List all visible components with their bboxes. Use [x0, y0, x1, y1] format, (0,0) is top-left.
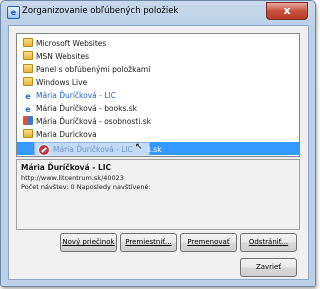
- tree-item-osobnosti-link[interactable]: Mária Ďuríčková - osobnosti.sk: [23, 116, 151, 127]
- folder-icon: [23, 38, 33, 47]
- details-url: http://www.litcentrum.sk/40023: [21, 174, 124, 182]
- dragged-favorite[interactable]: Mária Ďuríčková - LIC: [34, 142, 150, 156]
- rename-button[interactable]: Premenovať: [180, 233, 237, 252]
- folder-icon: [23, 64, 33, 73]
- details-stats: Počet návštev: 0 Naposledy navštívené:: [21, 183, 151, 191]
- tree-item-label: Microsoft Websites: [36, 39, 107, 48]
- tree-item-label: Mária Ďuríčková - LIC: [36, 91, 116, 100]
- new-folder-button[interactable]: Nový priečinok: [60, 233, 117, 252]
- ie-page-icon: e: [25, 92, 31, 101]
- details-name: Mária Ďuríčková - LIC: [21, 163, 112, 172]
- tree-item-microsoft-websites[interactable]: Microsoft Websites: [23, 38, 106, 49]
- tree-item-label: Panel s obľúbenými položkami: [36, 65, 151, 74]
- delete-button[interactable]: Odstrániť...: [240, 233, 297, 252]
- tree-item-favorites-bar[interactable]: Panel s obľúbenými položkami: [23, 64, 150, 75]
- title-bar: e Zorganizovanie obľúbených položiek x: [1, 1, 315, 23]
- dialog-body: Microsoft Websites MSN Websites Panel s …: [8, 25, 309, 280]
- tree-item-label: Maria Durickova: [36, 130, 97, 139]
- tree-item-label: Mária Ďuríčková - osobnosti.sk: [36, 117, 151, 126]
- mouse-cursor-icon: ↖: [135, 142, 143, 152]
- dragged-favorite-label: Mária Ďuríčková - LIC: [53, 145, 133, 154]
- ie-page-icon: e: [25, 105, 31, 114]
- tree-item-books-link[interactable]: e Mária Ďuríčková - books.sk: [23, 103, 137, 114]
- tree-item-maria-durickova-folder[interactable]: Maria Durickova: [23, 129, 97, 140]
- folder-icon: [23, 129, 33, 138]
- folder-icon: [23, 77, 33, 86]
- selected-row-label-tail: s.sk: [147, 145, 162, 154]
- no-drop-icon: [38, 144, 50, 156]
- tree-item-label: MSN Websites: [36, 52, 90, 61]
- tree-item-label: Mária Ďuríčková - books.sk: [36, 104, 138, 113]
- folder-icon: [23, 51, 33, 60]
- tree-item-label: Windows Live: [36, 78, 88, 87]
- favorites-tree[interactable]: Microsoft Websites MSN Websites Panel s …: [16, 33, 300, 157]
- tree-item-msn-websites[interactable]: MSN Websites: [23, 51, 89, 62]
- site-flag-icon: [23, 116, 33, 125]
- move-button[interactable]: Premiestniť...: [120, 233, 177, 252]
- close-button[interactable]: Zavrieť: [240, 258, 297, 277]
- details-panel: Mária Ďuríčková - LIC http://www.litcent…: [16, 159, 300, 230]
- tree-item-lic-link[interactable]: e Mária Ďuríčková - LIC: [23, 90, 116, 101]
- tree-item-windows-live[interactable]: Windows Live: [23, 77, 87, 88]
- close-window-button[interactable]: x: [266, 2, 308, 20]
- organize-favorites-window: e Zorganizovanie obľúbených položiek x M…: [0, 0, 316, 287]
- ie-app-icon: e: [7, 6, 20, 19]
- window-title: Zorganizovanie obľúbených položiek: [22, 6, 179, 16]
